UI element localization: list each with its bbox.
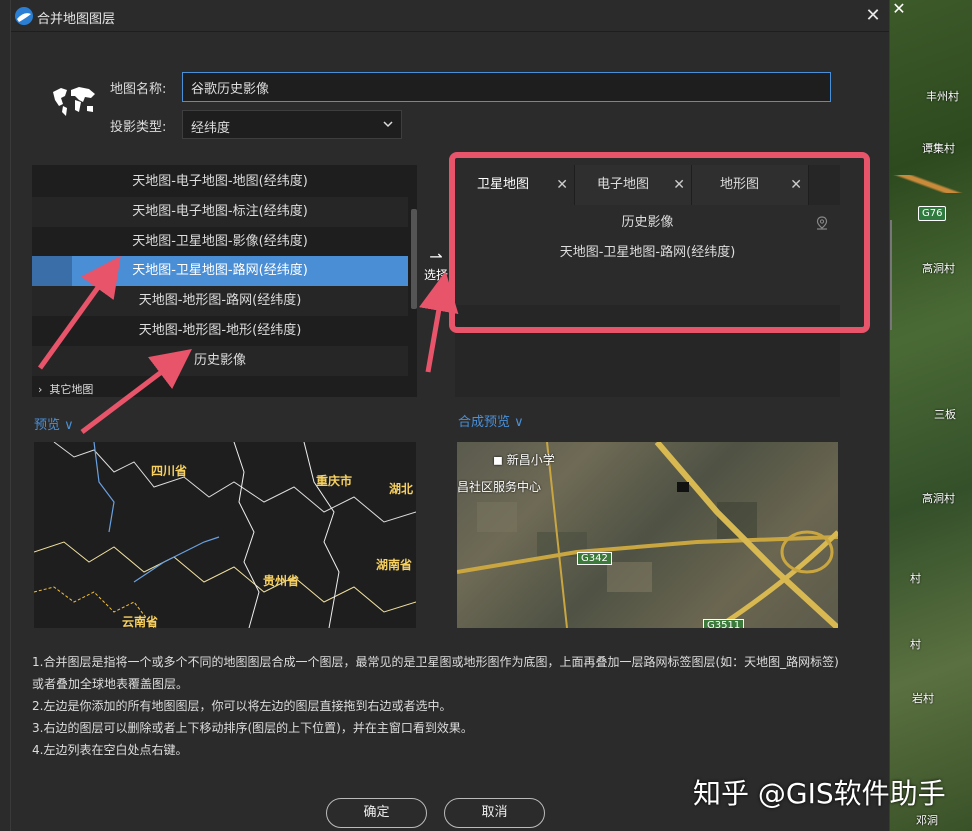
list-item[interactable]: 天地图-电子地图-标注(经纬度): [32, 197, 408, 227]
list-scrollbar[interactable]: [411, 209, 417, 309]
preview-label: 预览: [34, 418, 61, 433]
composite-preview-map[interactable]: ◼ 新昌小学 昌社区服务中心 G342 G3511: [457, 442, 838, 628]
map-place-label: 三板: [934, 408, 956, 421]
background-window-strip: [0, 0, 10, 831]
road-badge: G76: [918, 206, 947, 221]
province-label: 重庆市: [316, 474, 353, 488]
chevron-down-icon: ∨: [64, 418, 74, 433]
help-notes: 1.合并图层是指将一个或多个不同的地图图层合成一个图层，最常见的是卫星图或地形图…: [32, 651, 882, 761]
app-logo-icon: [15, 7, 33, 25]
chevron-right-icon: ›: [38, 383, 43, 396]
background-close-icon[interactable]: ✕: [888, 0, 910, 20]
chevron-down-icon: ∨: [514, 415, 524, 430]
map-poi-label: ◼ 新昌小学: [493, 453, 555, 467]
map-place-label: 岩村: [912, 692, 934, 705]
map-name-label: 地图名称:: [110, 82, 167, 97]
province-label: 云南省: [122, 615, 159, 628]
satellite-roads: [457, 442, 838, 628]
map-place-label: 谭集村: [922, 142, 955, 155]
select-button[interactable]: ⇀ 选择: [422, 247, 450, 283]
highlight-box: [449, 152, 870, 333]
ok-button[interactable]: 确定: [326, 798, 427, 828]
map-place-label: 丰州村: [926, 90, 959, 103]
available-layers-list[interactable]: 天地图-电子地图-地图(经纬度) 天地图-电子地图-标注(经纬度) 天地图-卫星…: [32, 165, 417, 397]
map-poi-label: 昌社区服务中心: [457, 480, 542, 494]
poi-name: 新昌小学: [506, 453, 555, 467]
group-other-maps[interactable]: › 其它地图: [38, 381, 93, 397]
merge-layers-dialog: 合并地图图层 ✕ 地图名称: 投影类型: 经纬度 天地图-电子地图-地图(经纬度…: [10, 0, 890, 831]
drag-handle[interactable]: [32, 256, 72, 286]
map-place-label: 村: [910, 638, 921, 651]
province-label: 湖南省: [376, 558, 413, 572]
group-label: 其它地图: [49, 383, 94, 396]
close-icon[interactable]: ✕: [861, 4, 885, 28]
composite-preview-toggle[interactable]: 合成预览 ∨: [458, 411, 524, 430]
title-bar: 合并地图图层 ✕: [11, 0, 889, 32]
note-line: 1.合并图层是指将一个或多个不同的地图图层合成一个图层，最常见的是卫星图或地形图…: [32, 655, 839, 669]
chevron-down-icon: [383, 121, 393, 128]
list-item-label: 天地图-卫星地图-路网(经纬度): [132, 263, 308, 278]
background-satellite-map: ✕ 丰州村 谭集村 G76 高洞村 三板 高洞村 村 村 岩村 邓洞: [888, 0, 972, 831]
province-label: 四川省: [151, 464, 188, 478]
road-badge: G342: [577, 552, 612, 565]
projection-select[interactable]: 经纬度: [182, 110, 402, 139]
province-label: 贵州省: [263, 574, 300, 588]
road-badge: G3511: [703, 619, 745, 628]
cancel-button[interactable]: 取消: [444, 798, 545, 828]
select-label: 选择: [423, 268, 448, 282]
projection-label: 投影类型:: [110, 120, 167, 135]
preview-map[interactable]: 四川省 重庆市 湖北 湖南省 贵州省 云南省: [34, 442, 416, 628]
list-item[interactable]: 天地图-电子地图-地图(经纬度): [32, 167, 408, 197]
composite-preview-label: 合成预览: [458, 415, 511, 430]
note-line: 2.左边是你添加的所有地图图层，你可以将左边的图层直接拖到右边或者选中。: [32, 699, 452, 713]
note-line: 或者叠加全球地表覆盖图层。: [32, 677, 189, 691]
list-item[interactable]: 天地图-卫星地图-影像(经纬度): [32, 227, 408, 257]
map-road: [888, 175, 972, 193]
projection-value: 经纬度: [191, 121, 231, 136]
list-item-selected[interactable]: 天地图-卫星地图-路网(经纬度): [32, 256, 408, 286]
arrow-right-icon: ⇀: [429, 247, 443, 266]
map-place-label: 村: [910, 572, 921, 585]
map-place-label: 高洞村: [922, 262, 955, 275]
map-place-label: 高洞村: [922, 492, 955, 505]
world-map-icon: [53, 87, 95, 116]
list-item[interactable]: 历史影像: [32, 346, 408, 376]
note-line: 3.右边的图层可以删除或者上下移动排序(图层的上下位置)，并在主窗口看到效果。: [32, 721, 473, 735]
watermark: 知乎 @GIS软件助手: [693, 777, 946, 810]
list-item[interactable]: 天地图-地形图-地形(经纬度): [32, 316, 408, 346]
dialog-title: 合并地图图层: [37, 12, 116, 27]
province-label: 湖北: [389, 482, 414, 496]
preview-toggle[interactable]: 预览 ∨: [34, 414, 74, 433]
map-name-input[interactable]: [182, 72, 831, 102]
list-item[interactable]: 天地图-地形图-路网(经纬度): [32, 286, 408, 316]
map-place-label: 邓洞: [916, 814, 938, 827]
province-borders: [34, 442, 416, 628]
note-line: 4.左边列表在空白处点右键。: [32, 743, 188, 757]
